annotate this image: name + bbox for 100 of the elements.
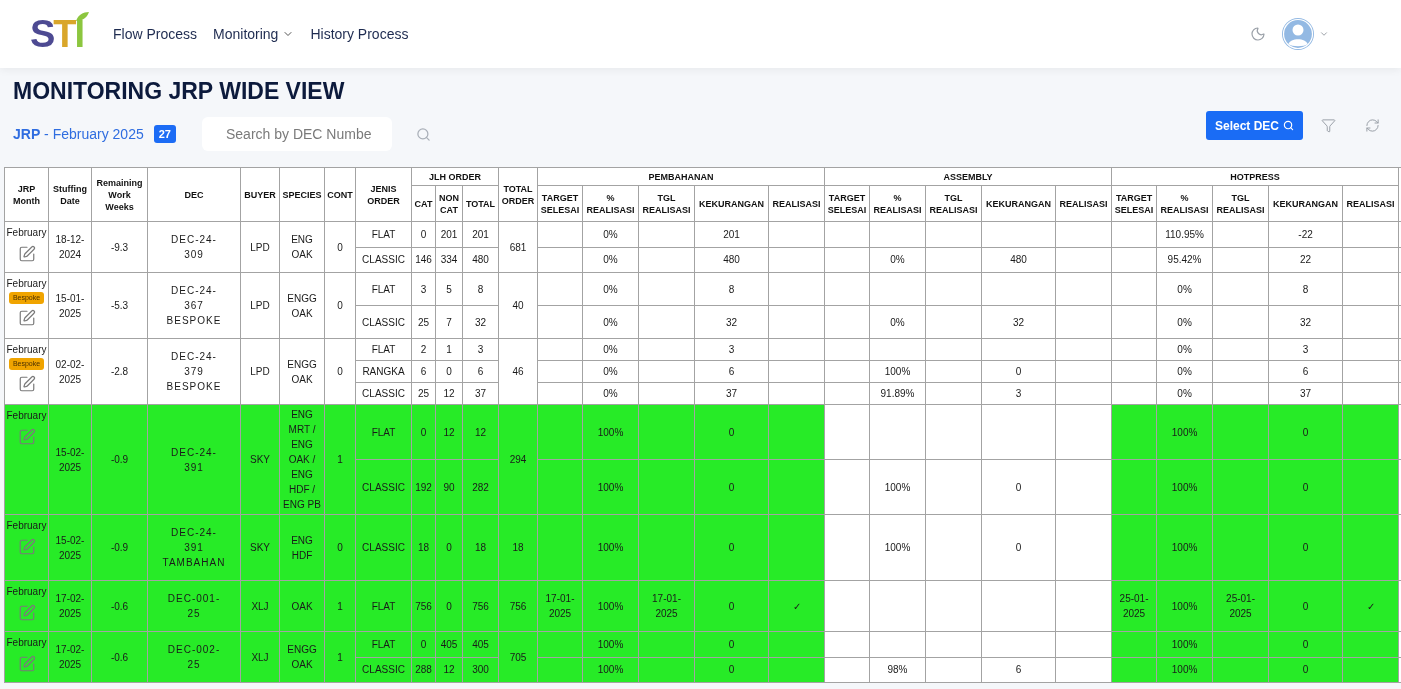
column-header: TGL REALISASI [1212,185,1269,222]
column-header: KEKURANGAN [1268,185,1343,222]
column-header: TOTAL ORDER [498,167,538,222]
table-cell: 100% [1156,580,1213,632]
table-cell: 0 [324,272,356,339]
filter-icon[interactable] [1321,118,1336,133]
table-cell: ENGG OAK [279,272,325,339]
table-cell: 0 [324,338,356,405]
table-cell: 0 [981,459,1056,515]
month-label: February [6,636,47,650]
column-header: Remaining Work Weeks [91,167,148,222]
table-cell: ENG HDF [279,514,325,581]
table-cell: 100% [869,514,926,581]
column-header: DEC [147,167,241,222]
column-group-header: JLH ORDER [411,167,499,186]
column-header: % REALISASI [869,185,926,222]
table-cell: 681 [498,221,538,273]
table-cell: 1 [324,631,356,683]
table-cell: 8 [694,272,769,306]
avatar-icon[interactable] [1282,18,1314,50]
pencil-square-icon[interactable] [17,375,36,393]
table-cell: 100% [582,580,639,632]
table-cell: 0 [1268,404,1343,460]
column-header: % REALISASI [1156,185,1213,222]
nav-link[interactable]: Flow Process [113,23,198,45]
column-header: NON CAT [435,185,463,222]
table-cell: -9.3 [91,221,148,273]
column-header: BUYER [240,167,280,222]
column-header: CONT [324,167,356,222]
table-cell: 0% [869,305,926,339]
count-badge: 27 [153,125,176,143]
pencil-square-icon[interactable] [17,655,36,673]
pencil-square-icon[interactable] [17,538,36,556]
table-cell: FLAT [355,272,412,306]
table-cell: LPD [240,272,280,339]
table-cell: OAK [279,580,325,632]
table-cell: 0 [694,404,769,460]
table-cell: 02-02-2025 [48,338,92,405]
table-cell: 0 [694,580,769,632]
table-cell: DEC-24-379 BESPOKE [147,338,241,405]
select-dec-button[interactable]: Select DEC [1205,111,1303,140]
table-cell: 25-01-2025 [1111,580,1157,632]
table-cell: 0% [582,305,639,339]
table-cell: DEC-24-367 BESPOKE [147,272,241,339]
column-header: JRP Month [4,167,49,222]
table-cell: 25-01-2025 [1212,580,1269,632]
pencil-square-icon[interactable] [17,428,36,446]
table-cell: 480 [981,247,1056,273]
table-cell: CLASSIC [355,514,412,581]
pencil-square-icon[interactable] [17,309,36,327]
column-header: % REALISASI [582,185,639,222]
moon-icon[interactable] [1250,26,1266,42]
refresh-icon[interactable] [1365,118,1380,133]
table-cell: -2.8 [91,338,148,405]
table-cell: 0% [1156,305,1213,339]
search-field[interactable]: Search by DEC Numbe [202,117,392,151]
table-cell: 705 [498,631,538,683]
table-cell: SKY [240,404,280,515]
table-cell: 100% [869,459,926,515]
column-header: SPECIES [279,167,325,222]
column-header: TARGET SELESAI [824,185,870,222]
column-group-header: PEMBAHANAN [537,167,825,186]
column-header: REALISASI [768,185,825,222]
table-cell: 15-02-2025 [48,514,92,581]
chevron-down-icon[interactable] [1319,29,1329,39]
table-cell: ✓ [768,580,825,632]
table-cell: 0% [1156,272,1213,306]
table-cell: 32 [694,305,769,339]
column-header: TGL REALISASI [638,185,695,222]
table-cell: 282 [462,459,499,515]
table-cell: 15-02-2025 [48,404,92,515]
table-cell: FLAT [355,404,412,460]
pencil-square-icon[interactable] [17,245,36,263]
table-cell: 15-01-2025 [48,272,92,339]
period-label: JRP - February 2025 [13,124,144,144]
month-label: February [6,409,47,423]
column-header: TARGET SELESAI [537,185,583,222]
table-cell: 17-01-2025 [537,580,583,632]
table-cell: 0 [1268,657,1343,683]
table-cell: 0 [324,514,356,581]
table-cell: ENGG OAK [279,338,325,405]
table-cell: 40 [498,272,538,339]
table-cell: ENG MRT / ENG OAK / ENG HDF / ENG PB [279,404,325,515]
table-cell: 17-01-2025 [638,580,695,632]
nav-link[interactable]: Monitoring [213,23,295,45]
column-header: KEKURANGAN [981,185,1056,222]
column-header: TARGET SELESAI [1111,185,1157,222]
month-label: February [6,343,47,357]
table-cell: DEC-002-25 [147,631,241,683]
table-cell: XLJ [240,580,280,632]
table-cell: FLAT [355,580,412,632]
column-header: JENIS ORDER [355,167,412,222]
table-cell: 12 [462,404,499,460]
leaf-icon [75,12,89,22]
pencil-square-icon[interactable] [17,604,36,622]
search-icon[interactable] [416,126,431,142]
table-cell: 0% [582,272,639,306]
table-cell: XLJ [240,631,280,683]
nav-link[interactable]: History Process [310,23,409,45]
table-cell: -5.3 [91,272,148,339]
